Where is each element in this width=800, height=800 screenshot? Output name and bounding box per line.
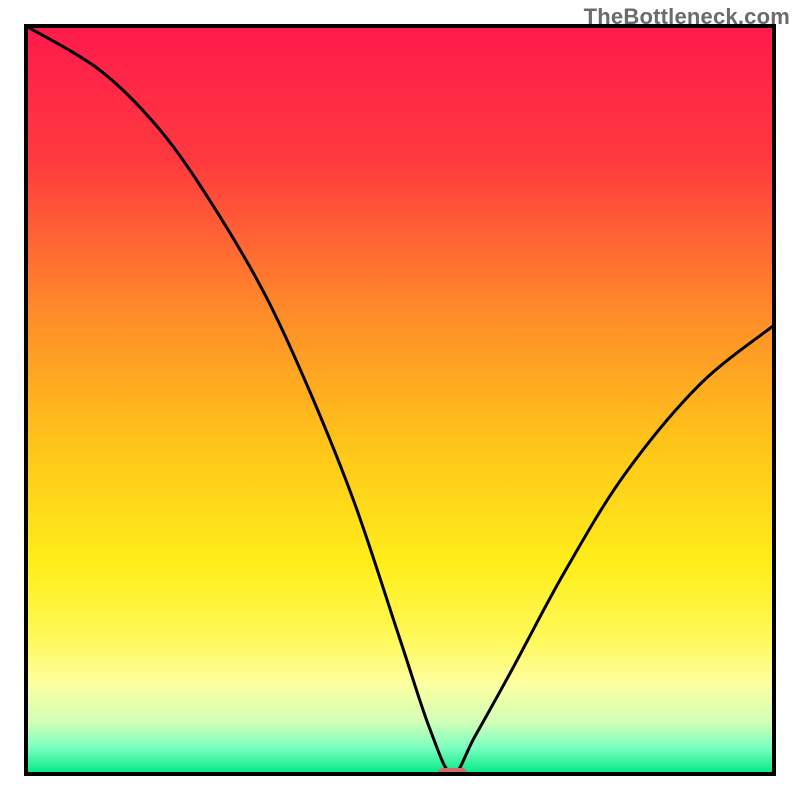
bottleneck-chart xyxy=(0,0,800,800)
chart-container: TheBottleneck.com xyxy=(0,0,800,800)
plot-background xyxy=(26,26,774,774)
watermark-text: TheBottleneck.com xyxy=(584,4,790,30)
